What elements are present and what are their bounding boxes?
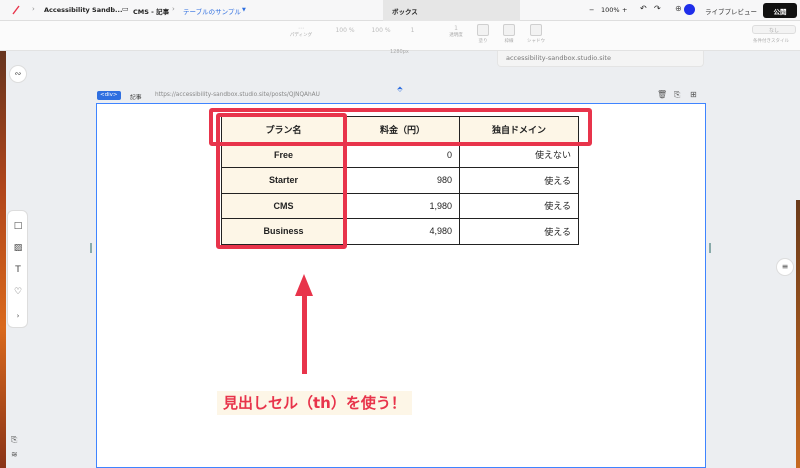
highlight-header-column: [216, 113, 347, 249]
gap-value: 1: [410, 27, 415, 34]
opacity-label: 透明度: [449, 33, 463, 38]
desktop-wallpaper-left: [0, 0, 6, 468]
width-value: 100: [335, 27, 347, 34]
top-bar: › Accessibility Sandb... › ▭ CMS - 記事 › …: [0, 0, 800, 21]
layers-icon[interactable]: ≋: [11, 450, 18, 459]
width-unit: %: [348, 27, 355, 34]
table-cell[interactable]: 4,980: [345, 218, 460, 245]
sort-handle-icon[interactable]: ⬘: [396, 86, 404, 93]
record-title: 記事: [130, 95, 142, 101]
chevron-right-icon[interactable]: ›: [12, 310, 24, 322]
opacity-value: 1: [454, 25, 458, 32]
undo-icon[interactable]: ↶: [640, 4, 647, 13]
avatar[interactable]: [684, 4, 695, 15]
table-cell[interactable]: 使える: [459, 218, 579, 245]
border-control[interactable]: 枠線: [500, 24, 518, 44]
padding-control[interactable]: ⋯ パディング: [287, 25, 315, 38]
site-url[interactable]: accessibility-sandbox.studio.site: [497, 51, 704, 67]
arrow-shaft: [302, 292, 307, 374]
shadow-control[interactable]: シャドウ: [524, 24, 548, 44]
table-cell[interactable]: 使える: [459, 167, 579, 194]
resize-handle-right[interactable]: [709, 243, 711, 253]
image-icon[interactable]: ▨: [12, 242, 24, 254]
padding-label: パディング: [289, 33, 313, 38]
fill-label: 塗り: [478, 39, 488, 44]
height-field[interactable]: 100 %: [366, 27, 396, 34]
breadcrumb-page[interactable]: CMS - 記事: [133, 6, 169, 16]
annotation-callout: 見出しセル（th）を使う！: [217, 391, 412, 415]
menu-icon[interactable]: ≡: [776, 258, 794, 276]
border-swatch: [503, 24, 515, 36]
heart-icon[interactable]: ♡: [12, 286, 24, 298]
trash-icon[interactable]: 🗑: [657, 90, 667, 99]
record-url[interactable]: https://accessibility-sandbox.studio.sit…: [155, 92, 320, 98]
width-field[interactable]: 100 %: [330, 27, 360, 34]
box-icon[interactable]: □: [12, 220, 24, 232]
desktop-wallpaper-right: [796, 200, 800, 468]
border-label: 枠線: [504, 39, 514, 44]
page-icon: ▭: [122, 5, 129, 13]
height-unit: %: [384, 27, 391, 34]
live-preview-button[interactable]: ライブプレビュー: [700, 3, 762, 18]
link-icon[interactable]: ∾: [9, 65, 27, 83]
zoom-out-button[interactable]: −: [589, 6, 594, 14]
breadcrumb-separator: ›: [32, 5, 35, 13]
gap-field[interactable]: 1: [405, 27, 420, 34]
tab-box[interactable]: ボックス: [383, 0, 520, 21]
shadow-swatch: [530, 24, 542, 36]
table-cell[interactable]: 1,980: [345, 192, 460, 219]
studio-slash-icon[interactable]: [11, 5, 21, 15]
table-cell[interactable]: 980: [345, 167, 460, 194]
text-icon[interactable]: T: [12, 264, 24, 276]
chevron-down-icon[interactable]: ▼: [242, 7, 246, 13]
shadow-label: シャドウ: [527, 39, 545, 44]
width-readout: 1280px: [390, 49, 409, 55]
publish-button[interactable]: 公開: [763, 3, 797, 18]
pages-icon[interactable]: ⎘: [11, 435, 17, 445]
breadcrumb-project[interactable]: Accessibility Sandb...: [44, 6, 122, 14]
breadcrumb-component[interactable]: テーブルのサンプル: [183, 6, 241, 16]
breadcrumb-separator: ›: [172, 5, 175, 13]
add-collaborator-icon[interactable]: ⊕: [675, 4, 682, 13]
style-none-select[interactable]: なし: [752, 25, 796, 34]
breadcrumb-separator: ›: [112, 5, 115, 13]
redo-icon[interactable]: ↷: [654, 4, 661, 13]
zoom-in-button[interactable]: +: [622, 6, 627, 14]
table-cell[interactable]: 使える: [459, 192, 579, 219]
property-toolbar: ⋯ パディング 100 % 100 % 1 1 透明度 塗り 枠線 シャドウ 1…: [0, 21, 800, 55]
copy-icon[interactable]: ⎘: [674, 90, 680, 100]
padding-icon: ⋯: [298, 25, 304, 32]
conditional-style-label: 条件付きスタイル: [753, 39, 789, 44]
resize-handle-left[interactable]: [90, 243, 92, 253]
opacity-field[interactable]: 1 透明度: [446, 25, 466, 38]
add-page-icon[interactable]: ⊞: [690, 90, 697, 99]
fill-control[interactable]: 塗り: [474, 24, 492, 44]
insert-tool-panel: □ ▨ T ♡ ›: [7, 210, 28, 328]
element-badge[interactable]: <div>: [97, 91, 121, 100]
height-value: 100: [371, 27, 383, 34]
fill-swatch: [477, 24, 489, 36]
zoom-value[interactable]: 100%: [601, 6, 620, 14]
